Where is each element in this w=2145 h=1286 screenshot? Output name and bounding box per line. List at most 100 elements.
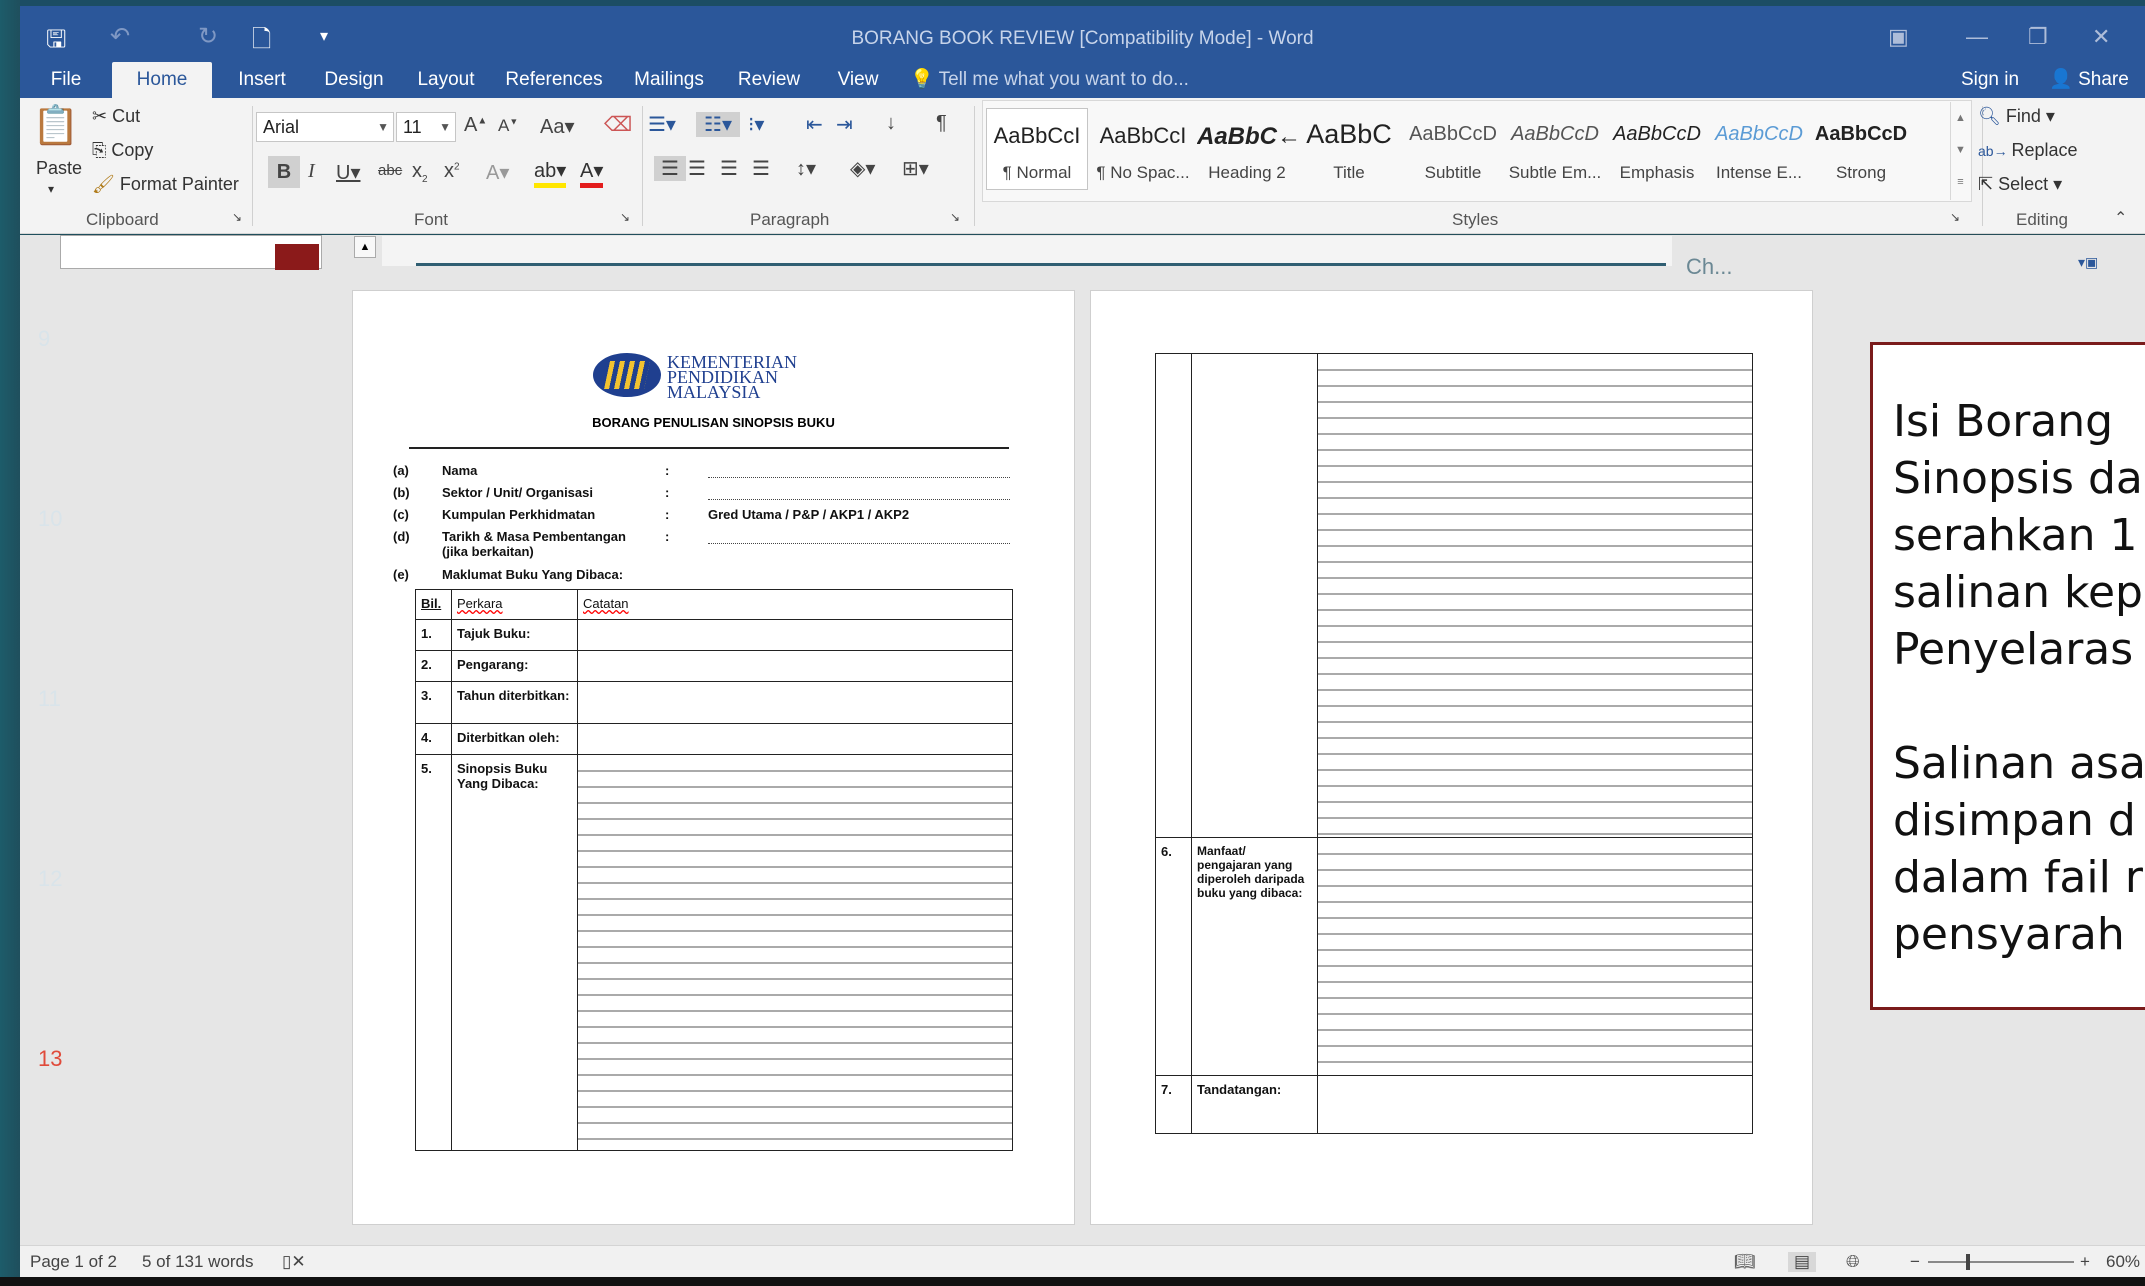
zoom-slider[interactable]	[1928, 1261, 2074, 1263]
close-icon[interactable]: ✕	[2092, 24, 2110, 50]
replace-button[interactable]: ab→ Replace	[1978, 140, 2078, 161]
tab-review[interactable]: Review	[722, 62, 816, 98]
numbering-icon[interactable]: ☷▾	[696, 112, 740, 137]
word-window: 🖫 ↶ ↻ 🗋 ▾ BORANG BOOK REVIEW [Compatibil…	[0, 0, 2145, 1286]
bullets-icon[interactable]: ☰▾	[648, 112, 676, 137]
synopsis-continued-cell[interactable]	[1317, 353, 1753, 838]
styles-scroll[interactable]: ▲ ▼ ≡	[1950, 102, 1970, 200]
tab-view[interactable]: View	[816, 62, 900, 98]
sign-in-link[interactable]: Sign in	[1950, 62, 2030, 98]
web-layout-icon[interactable]: 🌐︎	[1846, 1252, 1860, 1272]
line-spacing-icon[interactable]: ↕▾	[796, 156, 816, 181]
row-value-cell[interactable]	[577, 650, 1013, 682]
tab-mailings[interactable]: Mailings	[616, 62, 722, 98]
signature-cell[interactable]	[1317, 1075, 1753, 1134]
pane-title-partial: Ch...	[1686, 254, 1733, 279]
zoom-out-icon[interactable]: −	[1910, 1252, 1920, 1272]
grow-font-icon[interactable]: A▲	[464, 114, 487, 137]
font-color-icon[interactable]: A▾	[580, 158, 604, 188]
style-strong[interactable]: AaBbCcD Strong	[1810, 108, 1912, 190]
underline-icon[interactable]: U▾	[336, 160, 360, 185]
select-button[interactable]: ⇱ Select ▾	[1978, 174, 2062, 195]
word-count[interactable]: 5 of 131 words	[142, 1252, 254, 1272]
proofing-icon[interactable]: ▯✕	[282, 1252, 306, 1272]
cut-button[interactable]: ✂ Cut	[92, 106, 140, 127]
row-value-cell[interactable]	[577, 681, 1013, 724]
italic-icon[interactable]: I	[308, 160, 315, 183]
align-left-icon[interactable]: ☰	[654, 156, 686, 181]
paste-button[interactable]: Paste	[36, 158, 82, 179]
find-button[interactable]: 🔍︎ Find ▾	[1978, 106, 2055, 127]
style-emphasis[interactable]: AaBbCcD Emphasis	[1606, 108, 1708, 190]
style-normal[interactable]: AaBbCcI ¶ Normal	[986, 108, 1088, 190]
font-size-box[interactable]: 11 ▼	[396, 112, 456, 142]
tab-references[interactable]: References	[492, 62, 616, 98]
tab-layout[interactable]: Layout	[400, 62, 492, 98]
tab-home[interactable]: Home	[112, 62, 212, 98]
paste-dropdown-icon[interactable]: ▾	[48, 182, 54, 196]
subscript-icon[interactable]: x2	[412, 160, 428, 185]
row-item: Tahun diterbitkan:	[451, 681, 578, 724]
row-item: Sinopsis Buku Yang Dibaca:	[451, 754, 578, 1151]
style-intense-emphasis[interactable]: AaBbCcD Intense E...	[1708, 108, 1810, 190]
change-case-icon[interactable]: Aa▾	[540, 114, 575, 139]
synopsis-cell[interactable]	[577, 754, 1013, 1151]
page-2[interactable]: 6. Manfaat/ pengajaran yang diperoleh dar…	[1090, 290, 1813, 1225]
tab-design[interactable]: Design	[308, 62, 400, 98]
status-bar: Page 1 of 2 5 of 131 words ▯✕ 📖︎ ▤ 🌐︎ − …	[20, 1245, 2145, 1277]
page-1[interactable]: KEMENTERIAN PENDIDIKAN MALAYSIA BORANG PEN…	[352, 290, 1075, 1225]
restore-icon[interactable]: ❐	[2028, 24, 2048, 50]
collapse-ribbon-icon[interactable]: ⌃	[2114, 208, 2127, 228]
print-layout-icon[interactable]: ▤	[1788, 1252, 1817, 1272]
minimize-icon[interactable]: —	[1966, 24, 1988, 50]
benefit-cell[interactable]	[1317, 837, 1753, 1076]
style-subtle-emphasis[interactable]: AaBbCcD Subtle Em...	[1504, 108, 1606, 190]
row-value-cell[interactable]	[577, 619, 1013, 651]
font-name-box[interactable]: Arial ▼	[256, 112, 394, 142]
paragraph-launcher-icon[interactable]: ↘	[950, 210, 960, 224]
align-center-icon[interactable]: ☰	[688, 156, 706, 181]
tab-insert[interactable]: Insert	[216, 62, 308, 98]
decrease-indent-icon[interactable]: ⇤	[806, 112, 823, 137]
highlight-icon[interactable]: ab▾	[534, 158, 567, 188]
style-no-spacing[interactable]: AaBbCcI ¶ No Spac...	[1092, 108, 1194, 190]
row-value-cell[interactable]	[577, 723, 1013, 755]
bold-icon[interactable]: B	[268, 156, 300, 188]
ribbon-display-icon[interactable]: ▣	[1888, 24, 1909, 50]
increase-indent-icon[interactable]: ⇥	[836, 112, 853, 137]
clear-formatting-icon[interactable]: ⌫	[604, 112, 632, 137]
tell-me-box[interactable]: 💡 Tell me what you want to do...	[910, 62, 1200, 98]
slide-thumbnail[interactable]	[60, 235, 322, 270]
multilevel-list-icon[interactable]: ⁝▾	[748, 112, 764, 137]
justify-icon[interactable]: ☰	[752, 156, 770, 181]
share-button[interactable]: 👤 Share	[2034, 62, 2144, 98]
clipboard-launcher-icon[interactable]: ↘	[232, 210, 242, 224]
callout-line: pensyarah	[1893, 909, 2125, 960]
text-effects-icon[interactable]: A▾	[486, 160, 509, 185]
zoom-slider-thumb[interactable]	[1966, 1254, 1970, 1270]
format-painter-button[interactable]: 🖌 Format Painter	[92, 174, 239, 195]
style-heading-2[interactable]: AaBbC← Heading 2	[1196, 108, 1298, 190]
zoom-level[interactable]: 60%	[2106, 1252, 2140, 1272]
scroll-up-icon[interactable]: ▲	[354, 236, 376, 258]
font-launcher-icon[interactable]: ↘	[620, 210, 630, 224]
zoom-in-icon[interactable]: +	[2080, 1252, 2090, 1272]
style-subtitle[interactable]: AaBbCcD Subtitle	[1402, 108, 1504, 190]
styles-launcher-icon[interactable]: ↘	[1950, 210, 1960, 224]
pane-close-icon[interactable]: ▾▣	[2078, 254, 2098, 271]
style-title[interactable]: AaBbC Title	[1298, 108, 1400, 190]
sort-icon[interactable]: ↓	[886, 112, 896, 135]
strikethrough-icon[interactable]: abc	[378, 162, 402, 179]
read-mode-icon[interactable]: 📖︎	[1734, 1252, 1756, 1272]
borders-icon[interactable]: ⊞▾	[902, 156, 929, 181]
copy-button[interactable]: ⎘ Copy	[92, 140, 153, 161]
tab-file[interactable]: File	[38, 62, 94, 98]
row-item: Tandatangan:	[1191, 1075, 1318, 1134]
show-marks-icon[interactable]: ¶	[936, 112, 947, 135]
paste-icon[interactable]: 📋	[32, 104, 79, 154]
shading-icon[interactable]: ◈▾	[850, 156, 875, 181]
align-right-icon[interactable]: ☰	[720, 156, 738, 181]
superscript-icon[interactable]: x2	[444, 160, 460, 183]
shrink-font-icon[interactable]: A▼	[498, 116, 518, 136]
page-count[interactable]: Page 1 of 2	[30, 1252, 117, 1272]
